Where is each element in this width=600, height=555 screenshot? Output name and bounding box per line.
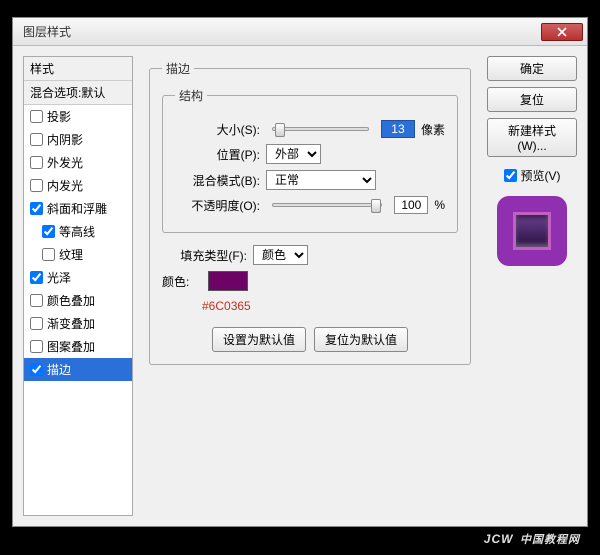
style-checkbox[interactable]: [30, 317, 43, 330]
opacity-slider[interactable]: [272, 203, 382, 207]
style-item-label: 纹理: [59, 246, 83, 263]
fill-type-label: 填充类型(F):: [162, 247, 247, 264]
new-style-button[interactable]: 新建样式(W)...: [487, 118, 577, 157]
style-item-3[interactable]: 内发光: [24, 174, 132, 197]
style-item-8[interactable]: 颜色叠加: [24, 289, 132, 312]
style-item-0[interactable]: 投影: [24, 105, 132, 128]
style-item-label: 渐变叠加: [47, 315, 95, 332]
style-item-label: 颜色叠加: [47, 292, 95, 309]
style-checkbox[interactable]: [30, 363, 43, 376]
size-unit: 像素: [421, 121, 445, 138]
dialog-content: 样式 混合选项:默认 投影内阴影外发光内发光斜面和浮雕等高线纹理光泽颜色叠加渐变…: [13, 46, 587, 526]
titlebar[interactable]: 图层样式: [13, 18, 587, 46]
right-panel: 确定 复位 新建样式(W)... 预览(V): [487, 56, 577, 516]
color-hex-note: #6C0365: [202, 299, 458, 313]
style-checkbox[interactable]: [30, 110, 43, 123]
style-checkbox[interactable]: [30, 156, 43, 169]
structure-fieldset: 结构 大小(S): 像素 位置(P): 外部 混合模式(B): 正常: [162, 87, 458, 233]
structure-title: 结构: [175, 87, 207, 104]
blend-options-header[interactable]: 混合选项:默认: [24, 81, 132, 105]
position-select[interactable]: 外部: [266, 144, 321, 164]
style-item-label: 斜面和浮雕: [47, 200, 107, 217]
close-button[interactable]: [541, 23, 583, 41]
dialog-title: 图层样式: [17, 23, 541, 40]
style-checkbox[interactable]: [42, 248, 55, 261]
close-icon: [557, 27, 567, 37]
blend-mode-label: 混合模式(B):: [175, 172, 260, 189]
style-checkbox[interactable]: [30, 133, 43, 146]
color-label: 颜色:: [162, 273, 202, 290]
style-item-7[interactable]: 光泽: [24, 266, 132, 289]
size-input[interactable]: [381, 120, 415, 138]
layer-style-dialog: 图层样式 样式 混合选项:默认 投影内阴影外发光内发光斜面和浮雕等高线纹理光泽颜…: [12, 17, 588, 527]
fill-type-select[interactable]: 颜色: [253, 245, 308, 265]
style-item-11[interactable]: 描边: [24, 358, 132, 381]
style-item-6[interactable]: 纹理: [24, 243, 132, 266]
style-item-label: 图案叠加: [47, 338, 95, 355]
reset-button[interactable]: 复位: [487, 87, 577, 112]
size-slider[interactable]: [272, 127, 369, 131]
reset-default-button[interactable]: 复位为默认值: [314, 327, 408, 352]
preview-checkbox[interactable]: [504, 169, 517, 182]
style-item-label: 内发光: [47, 177, 83, 194]
preview-checkbox-row[interactable]: 预览(V): [504, 167, 561, 184]
style-checkbox[interactable]: [30, 294, 43, 307]
position-label: 位置(P):: [175, 146, 260, 163]
watermark: JCW 中国教程网: [484, 526, 580, 549]
stroke-settings: 描边 结构 大小(S): 像素 位置(P): 外部 混合模式(B):: [141, 56, 479, 516]
preview-inner-icon: [513, 212, 551, 250]
style-item-label: 光泽: [47, 269, 71, 286]
style-item-10[interactable]: 图案叠加: [24, 335, 132, 358]
size-label: 大小(S):: [175, 121, 260, 138]
style-item-label: 外发光: [47, 154, 83, 171]
style-item-label: 描边: [47, 361, 71, 378]
stroke-panel-title: 描边: [162, 60, 194, 77]
preview-label: 预览(V): [521, 167, 561, 184]
style-checkbox[interactable]: [42, 225, 55, 238]
opacity-unit: %: [434, 198, 445, 212]
styles-header[interactable]: 样式: [24, 57, 132, 81]
style-item-9[interactable]: 渐变叠加: [24, 312, 132, 335]
stroke-fieldset: 描边 结构 大小(S): 像素 位置(P): 外部 混合模式(B):: [149, 60, 471, 365]
style-item-label: 等高线: [59, 223, 95, 240]
style-checkbox[interactable]: [30, 179, 43, 192]
set-default-button[interactable]: 设置为默认值: [212, 327, 306, 352]
styles-list: 样式 混合选项:默认 投影内阴影外发光内发光斜面和浮雕等高线纹理光泽颜色叠加渐变…: [23, 56, 133, 516]
style-item-label: 投影: [47, 108, 71, 125]
style-checkbox[interactable]: [30, 340, 43, 353]
style-checkbox[interactable]: [30, 202, 43, 215]
preview-thumbnail: [497, 196, 567, 266]
opacity-label: 不透明度(O):: [175, 197, 260, 214]
color-swatch[interactable]: [208, 271, 248, 291]
style-item-4[interactable]: 斜面和浮雕: [24, 197, 132, 220]
style-item-5[interactable]: 等高线: [24, 220, 132, 243]
style-item-1[interactable]: 内阴影: [24, 128, 132, 151]
style-item-label: 内阴影: [47, 131, 83, 148]
style-item-2[interactable]: 外发光: [24, 151, 132, 174]
opacity-input[interactable]: [394, 196, 428, 214]
blend-mode-select[interactable]: 正常: [266, 170, 376, 190]
style-checkbox[interactable]: [30, 271, 43, 284]
ok-button[interactable]: 确定: [487, 56, 577, 81]
